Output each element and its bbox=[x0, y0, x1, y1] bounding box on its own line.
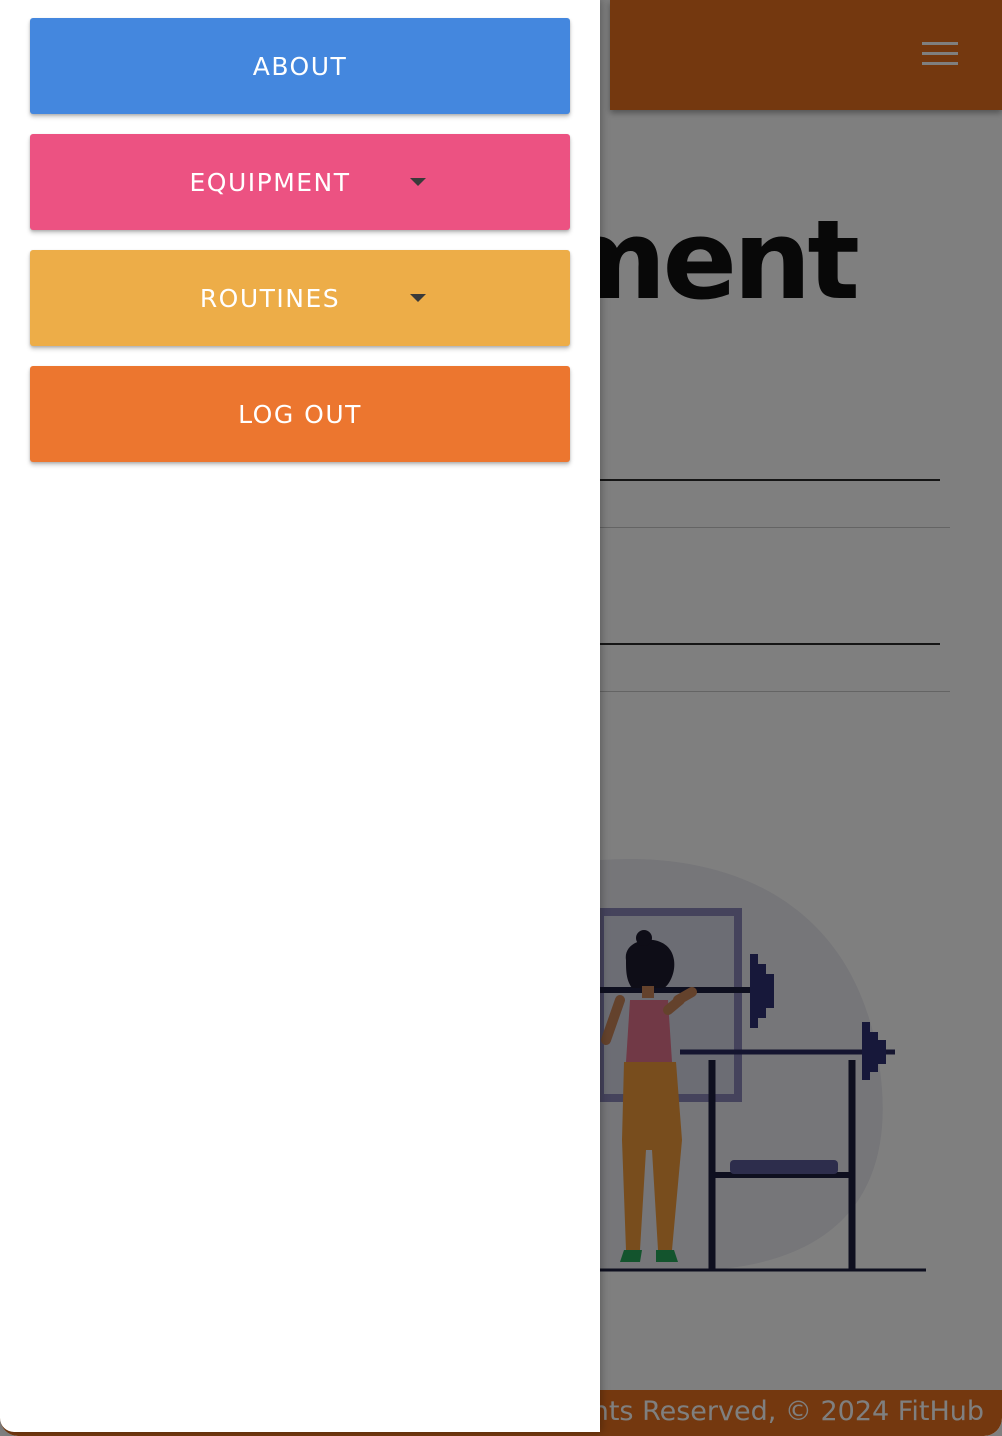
nav-button-log-out[interactable]: LOG OUT bbox=[30, 366, 570, 462]
nav-button-label: EQUIPMENT bbox=[189, 167, 351, 197]
nav-button-equipment[interactable]: EQUIPMENT bbox=[30, 134, 570, 230]
nav-button-routines[interactable]: ROUTINES bbox=[30, 250, 570, 346]
caret-down-icon bbox=[410, 294, 426, 302]
caret-down-icon bbox=[410, 178, 426, 186]
nav-button-label: ABOUT bbox=[252, 51, 348, 81]
navigation-drawer: ABOUT EQUIPMENT ROUTINES LOG OUT bbox=[0, 0, 600, 1432]
nav-button-about[interactable]: ABOUT bbox=[30, 18, 570, 114]
nav-button-label: ROUTINES bbox=[199, 283, 341, 313]
nav-button-label: LOG OUT bbox=[238, 399, 362, 429]
